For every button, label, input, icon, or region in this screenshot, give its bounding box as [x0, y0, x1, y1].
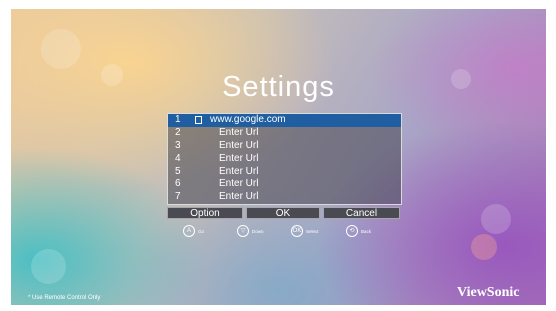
brand-logo: ViewSonic	[457, 285, 520, 300]
item-number: 3	[175, 139, 181, 151]
bokeh-decoration	[471, 234, 497, 260]
bokeh-decoration	[481, 204, 511, 234]
settings-screen: Settings 1 www.google.com 2 Enter Url 3 …	[11, 9, 546, 305]
page-title: Settings	[222, 71, 335, 103]
list-item[interactable]: 4 Enter Url	[168, 153, 401, 166]
remote-a-icon: A	[183, 225, 195, 237]
list-item[interactable]: 2 Enter Url	[168, 127, 401, 140]
item-number: 4	[175, 152, 181, 164]
ok-button[interactable]: OK	[246, 207, 320, 219]
item-number: 1	[175, 114, 181, 125]
footer-note: * Use Remote Control Only	[28, 295, 101, 301]
hint-back: ⟲ Back	[346, 225, 371, 237]
list-item[interactable]: 6 Enter Url	[168, 178, 401, 191]
item-url: Enter Url	[219, 165, 259, 177]
hint-go: A Go	[183, 225, 204, 237]
document-icon	[195, 116, 202, 124]
cancel-button[interactable]: Cancel	[323, 207, 400, 219]
item-number: 6	[175, 178, 181, 190]
item-url: www.google.com	[210, 114, 286, 125]
item-url: Enter Url	[219, 139, 259, 151]
option-button[interactable]: Option	[167, 207, 243, 219]
list-item[interactable]: 7 Enter Url	[168, 191, 401, 204]
item-url: Enter Url	[219, 191, 259, 203]
item-number: 7	[175, 191, 181, 203]
item-url: Enter Url	[219, 152, 259, 164]
arrow-down-icon: ▽	[237, 225, 249, 237]
item-number: 5	[175, 165, 181, 177]
item-number: 2	[175, 126, 181, 138]
hint-down: ▽ Down	[237, 225, 264, 237]
item-url: Enter Url	[219, 126, 259, 138]
hint-select: OK Select	[291, 225, 319, 237]
item-url: Enter Url	[219, 178, 259, 190]
ok-key-icon: OK	[291, 225, 303, 237]
bokeh-decoration	[31, 249, 66, 284]
back-icon: ⟲	[346, 225, 358, 237]
bokeh-decoration	[41, 29, 81, 69]
list-item[interactable]: 1 www.google.com	[168, 114, 401, 127]
url-list: 1 www.google.com 2 Enter Url 3 Enter Url…	[167, 113, 402, 206]
list-item[interactable]: 3 Enter Url	[168, 140, 401, 153]
list-item[interactable]: 5 Enter Url	[168, 166, 401, 179]
